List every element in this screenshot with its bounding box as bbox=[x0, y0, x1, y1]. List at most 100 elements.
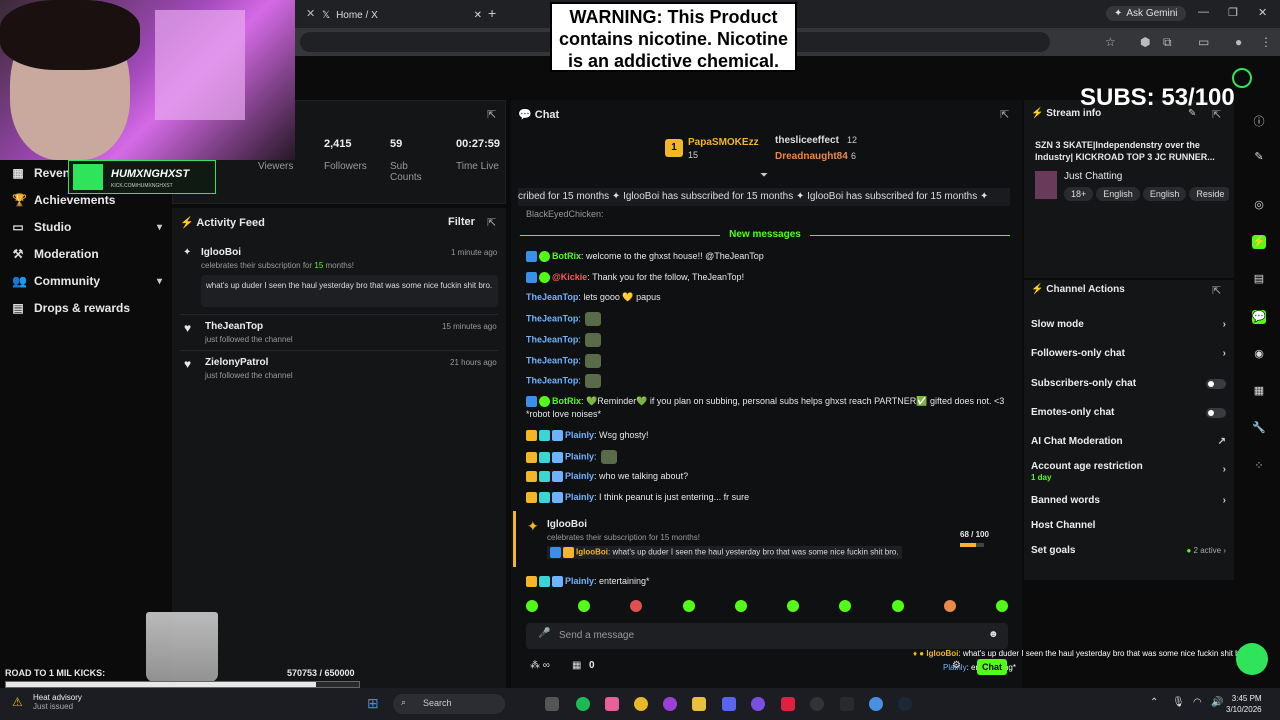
chat-username[interactable]: Plainly bbox=[565, 451, 594, 461]
chat-username[interactable]: BotRix bbox=[552, 396, 581, 406]
close-window-icon[interactable]: ✕ bbox=[1258, 6, 1267, 19]
collapse-icon[interactable]: ⏷ bbox=[760, 170, 768, 181]
new-tab-icon[interactable]: + bbox=[488, 5, 496, 21]
mic-tray-icon[interactable]: 🎙 bbox=[1172, 697, 1185, 708]
discord-icon[interactable] bbox=[722, 697, 736, 711]
emoji-icon[interactable]: ☻ bbox=[988, 629, 999, 640]
menu-icon[interactable]: ⋮ bbox=[1260, 35, 1274, 49]
tray-chevron-icon[interactable]: ⌃ bbox=[1150, 697, 1158, 708]
chat-username[interactable]: TheJeanTop bbox=[526, 313, 578, 323]
chat-username[interactable]: @Kickie bbox=[552, 272, 587, 282]
emote-icon[interactable] bbox=[839, 600, 852, 612]
windows-start-icon[interactable]: ⊞ bbox=[367, 695, 383, 711]
expand-icon[interactable]: ⇱ bbox=[487, 216, 496, 229]
emote-icon[interactable] bbox=[787, 600, 800, 612]
camera-icon[interactable]: ◎ bbox=[1252, 198, 1266, 212]
category-name[interactable]: Just Chatting bbox=[1064, 171, 1122, 182]
star-icon[interactable]: ☆ bbox=[1105, 35, 1119, 49]
chat-username[interactable]: Plainly bbox=[565, 430, 594, 440]
music-icon[interactable] bbox=[605, 697, 619, 711]
taskbar-search[interactable]: ⌕ Search bbox=[393, 694, 505, 714]
emote-icon[interactable] bbox=[630, 600, 643, 612]
feed-user[interactable]: ZielonyPatrol bbox=[205, 357, 268, 368]
layout-icon[interactable]: ▦ bbox=[1252, 384, 1266, 398]
gifter-name[interactable]: Dreadnaught84 bbox=[775, 151, 848, 162]
tab-close-icon[interactable]: ✕ bbox=[306, 7, 315, 20]
maximize-icon[interactable]: ❐ bbox=[1228, 6, 1238, 19]
sidebar-item-achievements[interactable]: 🏆 Achievements bbox=[12, 193, 162, 207]
tab-home-x[interactable]: 𝕏 Home / X ✕ bbox=[322, 4, 482, 26]
extension-icon[interactable]: ⬢ bbox=[1140, 35, 1154, 49]
chat-username[interactable]: Plainly bbox=[565, 471, 594, 481]
app-icon[interactable] bbox=[663, 697, 677, 711]
emote-icon[interactable] bbox=[995, 600, 1008, 612]
tab-close-icon[interactable]: ✕ bbox=[474, 10, 482, 21]
slow-mode-row[interactable]: Slow mode › bbox=[1031, 319, 1226, 330]
sidebar-item-community[interactable]: 👥 Community ▾ bbox=[12, 274, 162, 288]
feed-user[interactable]: TheJeanTop bbox=[205, 321, 263, 332]
followers-only-row[interactable]: Followers-only chat › bbox=[1031, 348, 1226, 359]
host-channel-row[interactable]: Host Channel bbox=[1031, 520, 1226, 531]
steam-icon[interactable] bbox=[898, 697, 912, 711]
filter-button[interactable]: Filter bbox=[448, 216, 475, 228]
chat-username[interactable]: TheJeanTop bbox=[526, 355, 578, 365]
sidebar-item-moderation[interactable]: ⚒ Moderation bbox=[12, 247, 162, 261]
chat-username[interactable]: Plainly bbox=[565, 492, 594, 502]
sidepanel-icon[interactable]: ▭ bbox=[1198, 35, 1212, 49]
emote-icon[interactable] bbox=[891, 600, 904, 612]
info-icon[interactable]: ⓘ bbox=[1252, 113, 1266, 128]
chat-username[interactable]: TheJeanTop bbox=[526, 292, 578, 302]
expand-icon[interactable]: ⇱ bbox=[1000, 108, 1009, 121]
profile-icon[interactable]: ● bbox=[1235, 35, 1249, 49]
ask-gemini-button[interactable]: ✦ Ask Gemini bbox=[1106, 6, 1186, 21]
obs-icon[interactable] bbox=[810, 697, 824, 711]
minimize-icon[interactable]: — bbox=[1198, 6, 1209, 18]
sub-card-user[interactable]: IglooBoi bbox=[547, 519, 587, 530]
spotify-icon[interactable] bbox=[576, 697, 590, 711]
wrench-icon[interactable]: 🔧 bbox=[1252, 421, 1266, 435]
mic-icon[interactable]: 🎤 bbox=[538, 628, 550, 639]
chrome-active-icon[interactable] bbox=[869, 697, 883, 711]
emote-icon[interactable] bbox=[682, 600, 695, 612]
terminal-icon[interactable] bbox=[840, 697, 854, 711]
new-messages-divider[interactable]: New messages bbox=[520, 229, 1010, 240]
weather-widget[interactable]: ⚠ Heat advisory Just issued bbox=[12, 693, 82, 711]
expand-icon[interactable]: ⇱ bbox=[487, 108, 496, 121]
wifi-icon[interactable]: ◠ bbox=[1193, 697, 1202, 708]
sidebar-item-drops[interactable]: ▤ Drops & rewards bbox=[12, 301, 162, 315]
ai-moderation-row[interactable]: AI Chat Moderation ↗ bbox=[1031, 436, 1226, 447]
dots-icon[interactable]: ⁘ bbox=[1252, 459, 1266, 473]
chat-username[interactable]: TheJeanTop bbox=[526, 334, 578, 344]
app-icon[interactable] bbox=[781, 697, 795, 711]
banned-words-row[interactable]: Banned words › bbox=[1031, 495, 1226, 506]
app-icon[interactable] bbox=[751, 697, 765, 711]
pen-icon[interactable]: ✎ bbox=[1252, 150, 1266, 164]
feed-user[interactable]: IglooBoi bbox=[201, 247, 241, 258]
folder-icon[interactable] bbox=[692, 697, 706, 711]
clock[interactable]: 3:45 PM 3/10/2026 bbox=[1226, 693, 1262, 715]
infinity-icon[interactable]: ⁂ ∞ bbox=[530, 660, 550, 671]
emotes-only-toggle[interactable] bbox=[1206, 407, 1226, 418]
volume-icon[interactable]: 🔊 bbox=[1211, 697, 1223, 708]
chrome-icon[interactable] bbox=[634, 697, 648, 711]
emote-icon[interactable] bbox=[943, 600, 956, 612]
chat-icon[interactable]: 💬 bbox=[1252, 310, 1266, 324]
gifter-name[interactable]: thesliceeffect bbox=[775, 135, 839, 146]
task-view-icon[interactable] bbox=[545, 697, 559, 711]
puzzle-icon[interactable]: ⧉ bbox=[1163, 35, 1177, 49]
chat-send-button[interactable]: Chat bbox=[977, 659, 1007, 675]
expand-icon[interactable]: ⇱ bbox=[1212, 284, 1221, 297]
broadcast-icon[interactable]: ◉ bbox=[1252, 347, 1266, 361]
store-icon[interactable]: ▦ bbox=[572, 660, 581, 671]
chat-username[interactable]: BotRix bbox=[552, 251, 581, 261]
subscribers-only-toggle[interactable] bbox=[1206, 378, 1226, 389]
clipboard-icon[interactable]: ▤ bbox=[1252, 272, 1266, 286]
settings-icon[interactable]: ⚙ bbox=[952, 660, 961, 671]
bolt-icon[interactable]: ⚡ bbox=[1252, 235, 1266, 249]
emote-icon[interactable] bbox=[578, 600, 591, 612]
sidebar-item-studio[interactable]: ▭ Studio ▾ bbox=[12, 220, 162, 234]
emote-icon[interactable] bbox=[734, 600, 747, 612]
account-age-row[interactable]: Account age restriction 1 day › bbox=[1031, 461, 1226, 483]
chat-username[interactable]: TheJeanTop bbox=[526, 375, 578, 385]
chat-input[interactable]: 🎤 Send a message ☻ bbox=[526, 623, 1008, 649]
